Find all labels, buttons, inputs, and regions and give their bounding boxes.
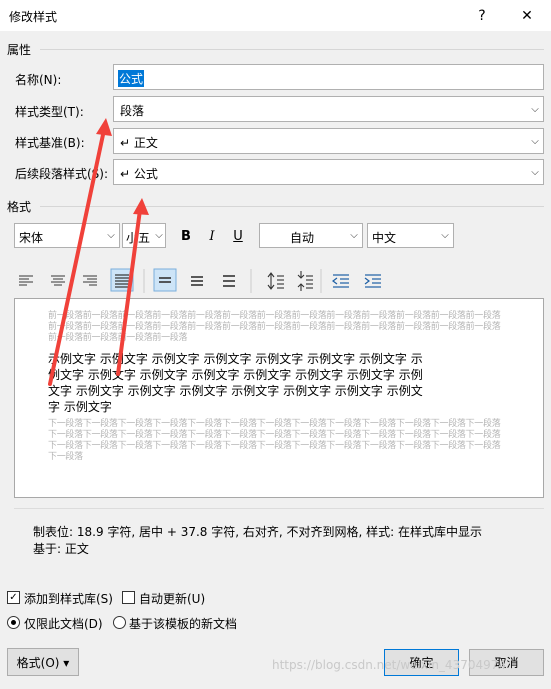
annotation-arrow-1-shaft — [48, 128, 106, 386]
description-divider — [14, 508, 544, 509]
only-this-document-radio[interactable] — [7, 616, 20, 629]
only-this-document-label[interactable]: 仅限此文档(D) — [24, 615, 103, 632]
style-description-line-1: 制表位: 18.9 字符, 居中 + 37.8 字符, 右对齐, 不对齐到网格,… — [33, 525, 482, 539]
format-menu-button[interactable]: 格式(O) ▾ — [7, 648, 79, 676]
new-documents-template-label[interactable]: 基于该模板的新文档 — [129, 615, 237, 632]
annotation-arrow-2-shaft — [116, 208, 142, 376]
annotation-arrow-2-head — [133, 198, 149, 215]
annotation-arrows — [48, 118, 149, 386]
auto-update-label[interactable]: 自动更新(U) — [139, 590, 205, 607]
add-to-gallery-label[interactable]: 添加到样式库(S) — [24, 590, 113, 607]
watermark-text: https://blog.csdn.net/weixin_43704974 — [272, 658, 507, 672]
annotation-arrow-1-head — [96, 118, 112, 136]
new-documents-template-radio[interactable] — [113, 616, 126, 629]
style-description-line-2: 基于: 正文 — [33, 542, 89, 556]
add-to-gallery-checkbox[interactable]: ✓ — [7, 591, 20, 604]
auto-update-checkbox[interactable] — [122, 591, 135, 604]
